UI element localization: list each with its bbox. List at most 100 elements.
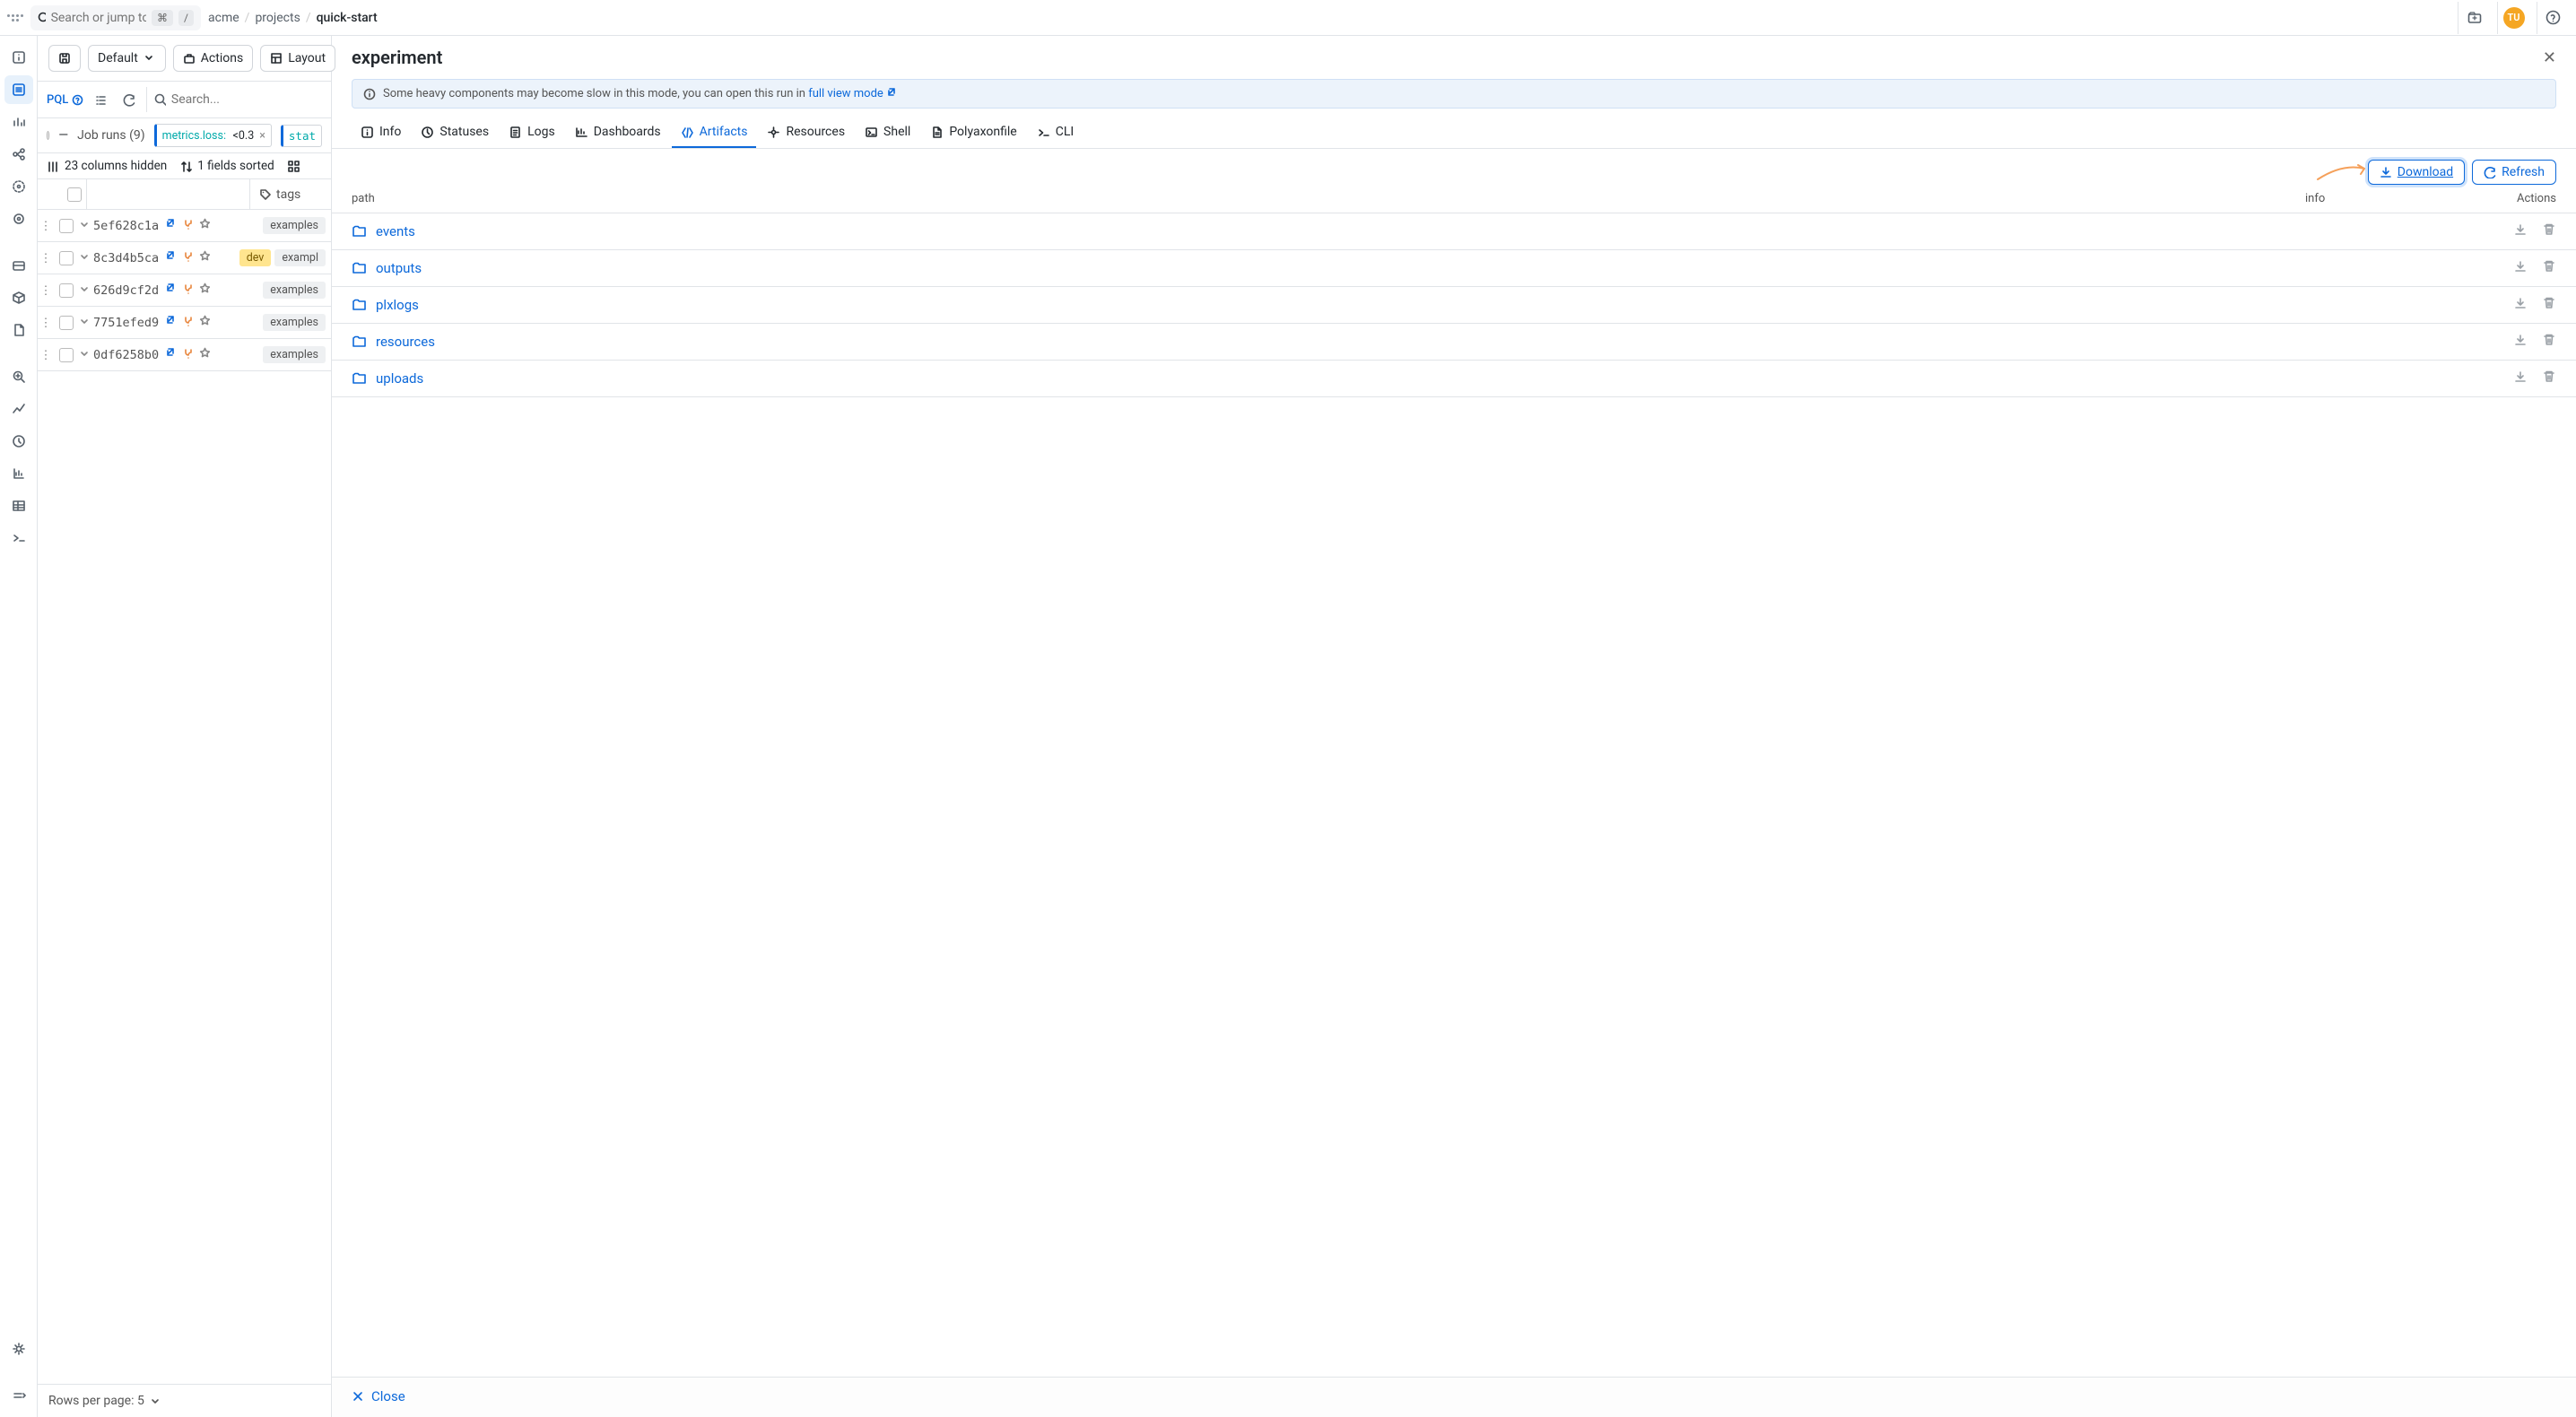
open-run-icon[interactable] xyxy=(165,283,177,298)
tag[interactable]: examples xyxy=(263,314,326,331)
select-all-checkbox[interactable] xyxy=(67,187,82,202)
nav-graph[interactable] xyxy=(4,172,33,201)
remove-pill-icon[interactable]: × xyxy=(259,129,265,143)
download-artifact[interactable] xyxy=(2513,222,2528,240)
expand-row[interactable] xyxy=(79,219,93,233)
star-icon[interactable] xyxy=(199,250,211,265)
nav-zoom[interactable] xyxy=(4,362,33,391)
grid-toggle[interactable] xyxy=(287,160,300,173)
tag[interactable]: dev xyxy=(239,249,272,266)
row-checkbox[interactable] xyxy=(59,251,74,265)
artifact-folder[interactable]: outputs xyxy=(352,260,2513,276)
compare-icon[interactable] xyxy=(182,315,194,330)
delete-artifact[interactable] xyxy=(2542,296,2556,314)
nav-card[interactable] xyxy=(4,251,33,280)
help-button[interactable] xyxy=(2537,2,2569,34)
close-panel-button[interactable]: ✕ xyxy=(2543,48,2556,67)
filter-pill-metrics[interactable]: metrics.loss: <0.3× xyxy=(154,124,272,147)
nav-flow[interactable] xyxy=(4,140,33,169)
list-view-toggle[interactable] xyxy=(89,88,112,111)
nav-table[interactable] xyxy=(4,491,33,520)
open-run-icon[interactable] xyxy=(165,218,177,233)
table-row[interactable]: ⋮ 0df6258b0 examples xyxy=(38,339,331,371)
nav-package[interactable] xyxy=(4,283,33,312)
drag-handle-icon[interactable] xyxy=(7,10,23,26)
table-row[interactable]: ⋮ 7751efed9 examples xyxy=(38,307,331,339)
delete-artifact[interactable] xyxy=(2542,222,2556,240)
tag[interactable]: examples xyxy=(263,282,326,299)
runs-search[interactable] xyxy=(146,87,322,112)
nav-settings[interactable] xyxy=(4,1334,33,1363)
tab-cli[interactable]: CLI xyxy=(1028,117,1083,148)
row-menu[interactable]: ⋮ xyxy=(38,348,54,362)
nav-metrics[interactable] xyxy=(4,108,33,136)
run-hash[interactable]: 5ef628c1a xyxy=(93,219,165,233)
pql-toggle[interactable]: PQL xyxy=(47,93,83,107)
download-artifact[interactable] xyxy=(2513,333,2528,351)
nav-expand[interactable] xyxy=(4,1381,33,1410)
breadcrumb-section[interactable]: projects xyxy=(255,11,300,25)
global-search[interactable]: ⌘ / xyxy=(30,5,201,30)
expand-row[interactable] xyxy=(79,348,93,362)
nav-trend[interactable] xyxy=(4,395,33,423)
open-run-icon[interactable] xyxy=(165,250,177,265)
download-button[interactable]: Download xyxy=(2368,160,2465,185)
actions-button[interactable]: Actions xyxy=(173,45,253,72)
row-menu[interactable]: ⋮ xyxy=(38,316,54,330)
delete-artifact[interactable] xyxy=(2542,259,2556,277)
runs-search-input[interactable] xyxy=(171,92,322,107)
open-run-icon[interactable] xyxy=(165,315,177,330)
nav-terminal[interactable] xyxy=(4,524,33,552)
compare-icon[interactable] xyxy=(182,283,194,298)
nav-target[interactable] xyxy=(4,204,33,233)
refresh-button[interactable]: Refresh xyxy=(2472,160,2556,185)
tab-logs[interactable]: Logs xyxy=(500,117,564,148)
artifact-folder[interactable]: resources xyxy=(352,334,2513,350)
tag[interactable]: examples xyxy=(263,217,326,234)
star-icon[interactable] xyxy=(199,218,211,233)
full-view-link[interactable]: full view mode xyxy=(808,87,896,100)
star-icon[interactable] xyxy=(199,283,211,298)
star-icon[interactable] xyxy=(199,347,211,362)
nav-chart[interactable] xyxy=(4,459,33,488)
run-hash[interactable]: 626d9cf2d xyxy=(93,283,165,298)
run-hash[interactable]: 7751efed9 xyxy=(93,316,165,330)
delete-artifact[interactable] xyxy=(2542,369,2556,387)
tab-polyaxonfile[interactable]: Polyaxonfile xyxy=(921,117,1025,148)
nav-file[interactable] xyxy=(4,316,33,344)
tab-statuses[interactable]: Statuses xyxy=(412,117,498,148)
row-checkbox[interactable] xyxy=(59,283,74,298)
row-checkbox[interactable] xyxy=(59,316,74,330)
breadcrumb-org[interactable]: acme xyxy=(208,11,239,25)
expand-row[interactable] xyxy=(79,316,93,330)
view-select[interactable]: Default xyxy=(88,45,166,72)
delete-artifact[interactable] xyxy=(2542,333,2556,351)
download-artifact[interactable] xyxy=(2513,296,2528,314)
nav-runs[interactable] xyxy=(4,75,33,104)
table-row[interactable]: ⋮ 5ef628c1a examples xyxy=(38,210,331,242)
tab-dashboards[interactable]: Dashboards xyxy=(566,117,670,148)
tab-artifacts[interactable]: Artifacts xyxy=(672,117,757,148)
new-folder-button[interactable] xyxy=(2458,2,2490,34)
row-menu[interactable]: ⋮ xyxy=(38,251,54,265)
row-menu[interactable]: ⋮ xyxy=(38,219,54,233)
run-hash[interactable]: 8c3d4b5ca xyxy=(93,251,165,265)
tab-info[interactable]: Info xyxy=(352,117,410,148)
nav-info[interactable] xyxy=(4,43,33,72)
nav-clock[interactable] xyxy=(4,427,33,456)
compare-icon[interactable] xyxy=(182,218,194,233)
save-view-button[interactable] xyxy=(48,45,81,72)
expand-row[interactable] xyxy=(79,283,93,298)
breadcrumb-current[interactable]: quick-start xyxy=(317,11,378,25)
row-checkbox[interactable] xyxy=(59,348,74,362)
refresh-runs[interactable] xyxy=(117,88,141,111)
artifact-folder[interactable]: plxlogs xyxy=(352,297,2513,313)
download-artifact[interactable] xyxy=(2513,259,2528,277)
compare-icon[interactable] xyxy=(182,347,194,362)
tag[interactable]: examples xyxy=(263,346,326,363)
close-button[interactable]: Close xyxy=(352,1388,405,1404)
table-row[interactable]: ⋮ 8c3d4b5ca devexampl xyxy=(38,242,331,274)
layout-button[interactable]: Layout xyxy=(260,45,335,72)
artifact-folder[interactable]: uploads xyxy=(352,370,2513,387)
columns-hidden[interactable]: 23 columns hidden xyxy=(47,159,167,173)
